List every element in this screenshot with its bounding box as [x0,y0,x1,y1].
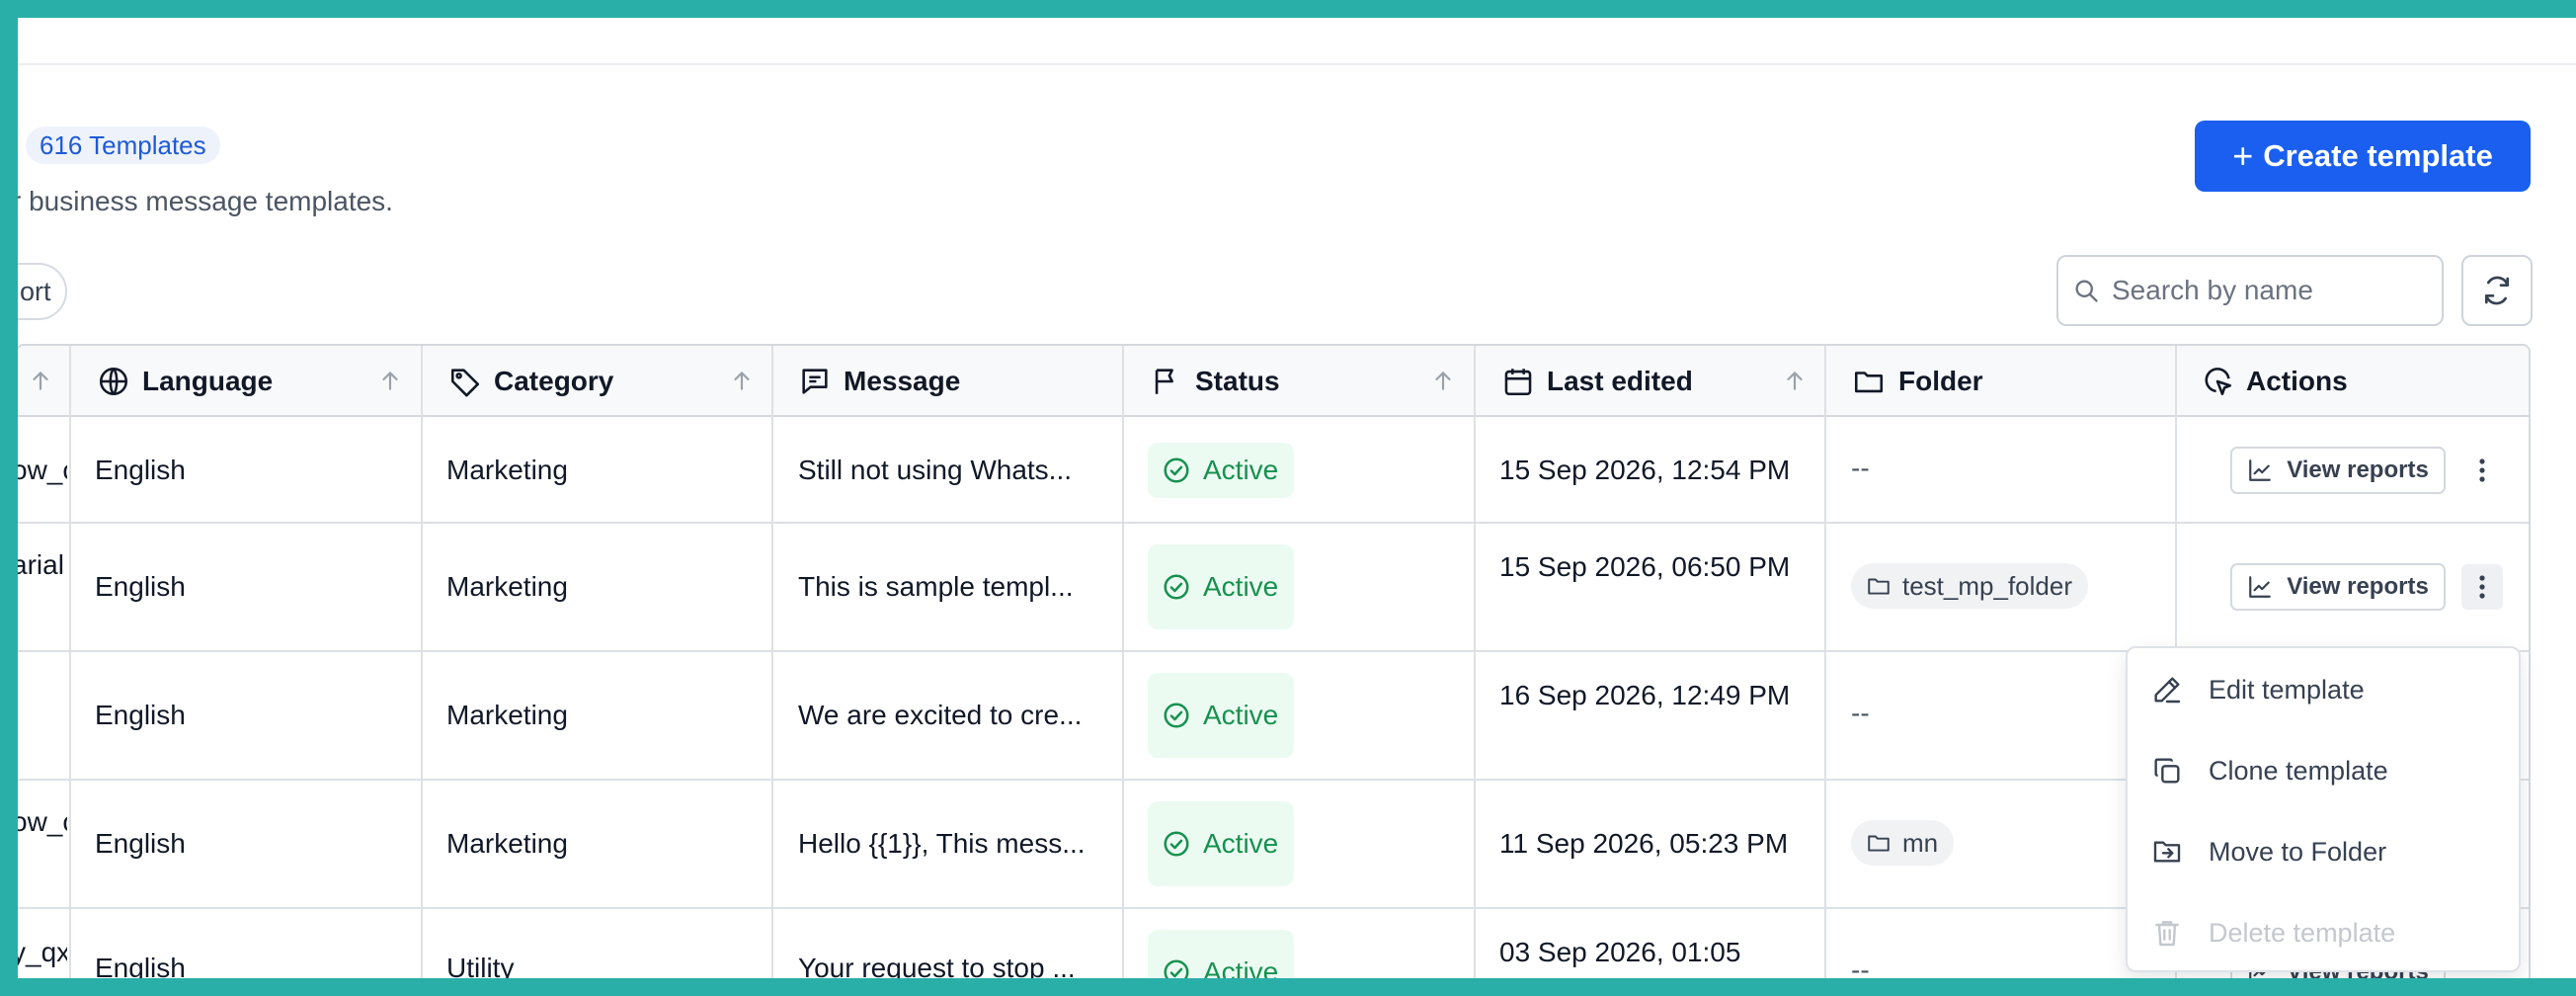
view-reports-button[interactable]: View reports [2230,563,2446,611]
page-subtitle: r business message templates. [18,186,393,216]
column-header-label: Language [142,366,274,396]
check-circle-icon [1164,831,1189,857]
tag-icon [450,369,480,397]
search-box[interactable] [2056,255,2444,326]
template-name-cell[interactable]: y_qx [18,933,67,972]
folder-cell: -- [1851,453,1870,483]
status-badge: Active [1148,930,1295,978]
category-cell: Utility [446,953,515,978]
view-reports-button[interactable]: View reports [2230,447,2446,494]
message-cell: Your request to stop ... [798,953,1076,978]
template-name-cell[interactable]: ow_c [18,759,67,885]
more-vertical-icon [2479,458,2485,482]
message-cell: Still not using Whats... [798,455,1073,485]
folder-move-icon [2153,841,2181,863]
search-input[interactable] [2112,275,2428,306]
top-divider [18,63,2576,65]
chart-line-icon [2249,576,2272,598]
language-cell: English [95,571,186,602]
column-header-label: Category [494,366,614,396]
table-row[interactable]: arial English Marketing This is sample t… [18,524,2529,652]
calendar-icon [1504,369,1532,396]
menu-item-delete-template[interactable]: Delete template [2151,913,2395,953]
folder-cell: -- [1851,698,1870,728]
table-row[interactable]: ow_c English Marketing Still not using W… [18,419,2529,524]
status-badge: Active [1148,673,1295,758]
more-vertical-icon [2479,575,2485,599]
search-icon [2075,280,2098,302]
sort-arrow-icon[interactable] [28,368,53,393]
language-cell: English [95,828,186,859]
last-edited-cell: 03 Sep 2026, 01:05 [1499,937,1741,967]
column-header-status[interactable]: Status [1150,346,1280,417]
last-edited-cell: 11 Sep 2026, 05:23 PM [1499,828,1789,859]
folder-cell: -- [1851,954,1870,978]
template-count-badge: 616 Templates [26,126,220,164]
column-header-label: Folder [1898,366,1983,396]
sort-arrow-icon[interactable] [1782,368,1808,393]
menu-item-edit-template[interactable]: Edit template [2151,670,2365,709]
folder-chip[interactable]: mn [1851,820,1955,866]
menu-item-clone-template[interactable]: Clone template [2151,751,2388,790]
create-template-label: Create template [2263,138,2493,173]
category-cell: Marketing [446,571,568,602]
column-header-last-edited[interactable]: Last edited [1501,346,1693,417]
more-actions-button[interactable] [2461,448,2503,493]
language-cell: English [95,700,186,730]
column-header-category[interactable]: Category [448,346,613,417]
sort-arrow-icon[interactable] [1430,368,1456,393]
check-circle-icon [1164,457,1189,483]
column-header-language[interactable]: Language [97,346,273,417]
sort-arrow-icon[interactable] [377,368,403,393]
check-circle-icon [1164,574,1189,600]
message-icon [802,369,828,394]
refresh-icon [2485,276,2509,305]
category-cell: Marketing [446,700,568,730]
check-circle-icon [1164,703,1189,728]
column-header-folder: Folder [1851,346,1983,417]
pen-icon [2154,677,2181,704]
plus-icon: + [2232,135,2254,176]
templates-page: 616 Templates r business message templat… [18,18,2576,978]
column-header-label: Last edited [1547,366,1693,396]
row-actions-menu: Edit template Clone template Move to Fol… [2126,646,2521,972]
folder-icon [1868,578,1890,595]
status-badge: Active [1148,443,1295,498]
message-cell: We are excited to cre... [798,700,1083,730]
globe-icon [99,367,128,396]
chart-line-icon [2249,459,2272,481]
copy-icon [2154,758,2180,784]
language-cell: English [95,953,186,978]
category-cell: Marketing [446,455,568,485]
export-button[interactable]: ort [18,263,67,320]
column-header-label: Message [844,366,961,396]
language-cell: English [95,455,186,485]
create-template-button[interactable]: + Create template [2195,121,2531,192]
pointer-click-icon [2205,368,2232,396]
folder-chip[interactable]: test_mp_folder [1851,563,2088,609]
check-circle-icon [1164,959,1189,978]
message-cell: Hello {{1}}, This mess... [798,828,1086,859]
category-cell: Marketing [446,828,568,859]
status-badge: Active [1148,801,1295,886]
column-header-message: Message [798,346,960,417]
last-edited-cell: 16 Sep 2026, 12:49 PM [1499,680,1791,710]
column-header-label: Actions [2246,366,2348,396]
last-edited-cell: 15 Sep 2026, 06:50 PM [1499,551,1791,582]
refresh-button[interactable] [2461,255,2533,326]
flag-icon [1155,369,1173,394]
column-header-label: Status [1195,366,1280,396]
folder-icon [1854,372,1884,393]
folder-icon [1868,835,1890,852]
sort-arrow-icon[interactable] [729,368,755,393]
column-header-actions: Actions [2201,346,2348,417]
last-edited-cell: 15 Sep 2026, 12:54 PM [1499,455,1791,485]
more-actions-button[interactable] [2461,564,2503,610]
template-name-cell[interactable]: arial [18,502,67,628]
trash-icon [2155,921,2179,947]
status-badge: Active [1148,544,1295,629]
message-cell: This is sample templ... [798,571,1074,602]
menu-item-move-to-folder[interactable]: Move to Folder [2151,832,2386,872]
